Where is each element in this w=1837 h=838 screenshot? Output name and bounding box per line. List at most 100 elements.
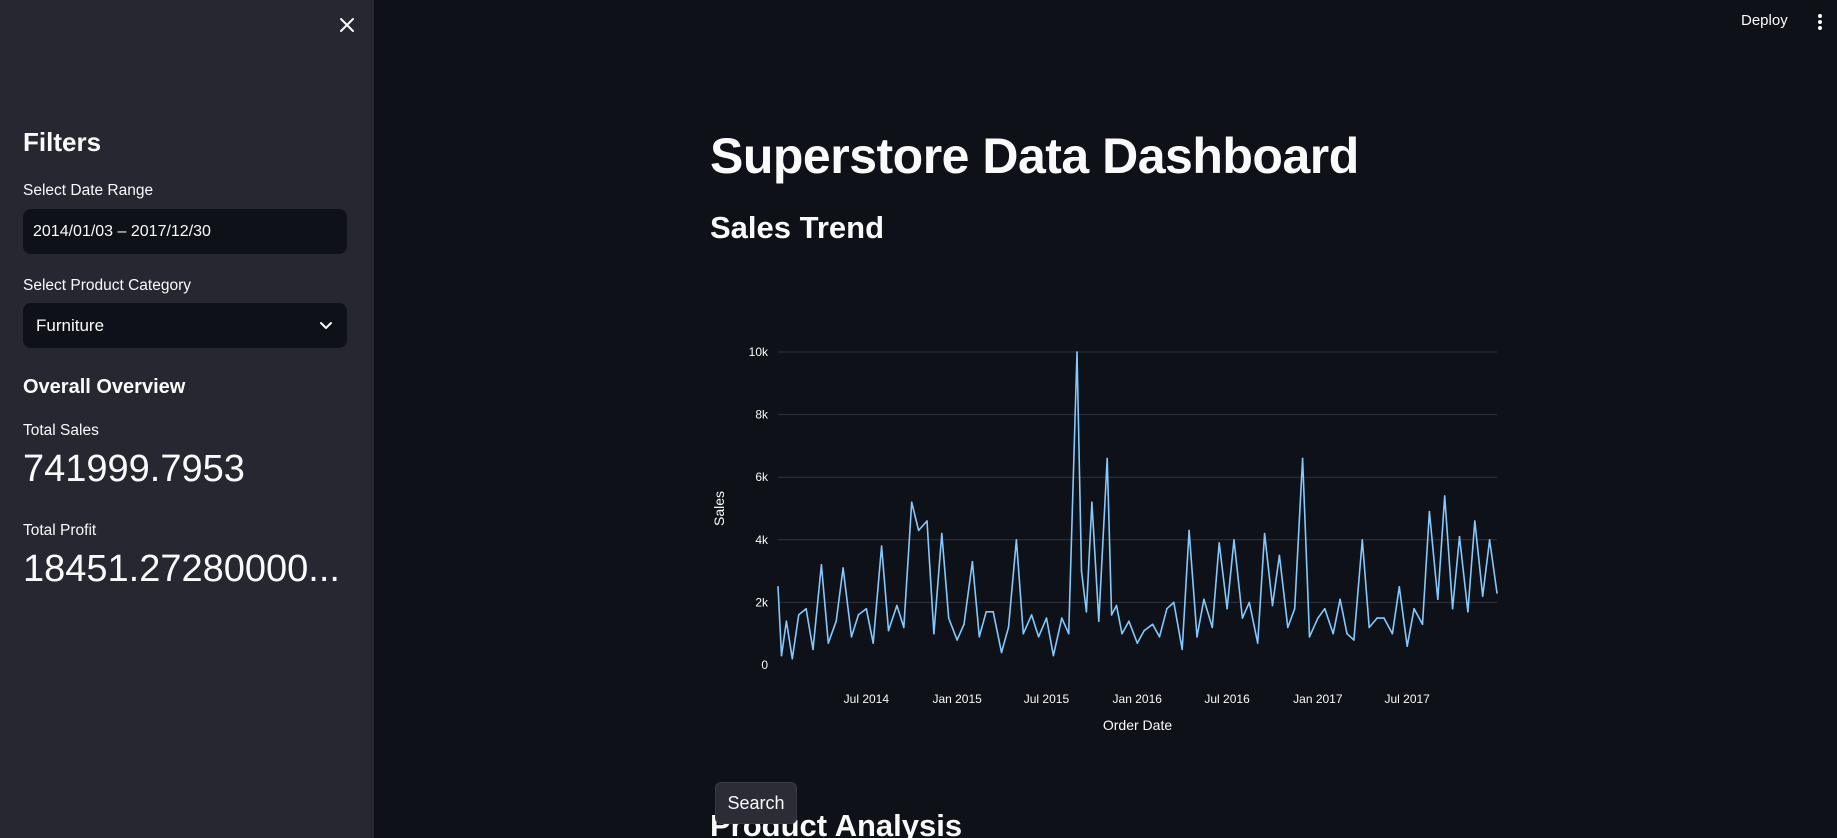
date-range-input[interactable]: 2014/01/03 – 2017/12/30 xyxy=(23,209,347,254)
x-tick-label: Jul 2014 xyxy=(844,692,890,706)
x-tick-label: Jul 2017 xyxy=(1384,692,1430,706)
y-axis-title: Sales xyxy=(711,491,727,526)
data-point xyxy=(791,657,794,660)
data-point xyxy=(1278,554,1281,557)
product-category-label: Select Product Category xyxy=(23,277,192,294)
data-point xyxy=(1060,617,1063,619)
data-point xyxy=(1339,598,1341,601)
data-point xyxy=(941,532,943,535)
x-tick-label: Jan 2015 xyxy=(932,692,982,706)
data-point xyxy=(1473,520,1476,522)
data-point xyxy=(963,623,965,626)
sales-line xyxy=(777,351,1498,660)
data-point xyxy=(1481,595,1484,597)
data-point xyxy=(1248,601,1251,604)
data-point xyxy=(1181,648,1183,651)
data-point xyxy=(1308,636,1311,638)
data-point xyxy=(1211,626,1214,629)
y-tick-label: 6k xyxy=(755,470,769,484)
x-tick-label: Jan 2016 xyxy=(1113,692,1163,706)
app-root: Filters Select Date Range 2014/01/03 – 2… xyxy=(0,0,1837,838)
data-point xyxy=(1458,535,1461,538)
data-point xyxy=(926,520,928,522)
data-point xyxy=(842,567,844,569)
data-point xyxy=(1158,636,1161,638)
data-point xyxy=(1172,601,1175,604)
data-point xyxy=(1467,610,1469,613)
data-point xyxy=(1121,632,1123,635)
total-sales-value: 741999.7953 xyxy=(23,448,245,490)
data-point xyxy=(835,620,838,622)
data-point xyxy=(1218,542,1220,544)
data-point xyxy=(1110,614,1113,616)
data-point xyxy=(1428,510,1431,513)
x-axis-title: Order Date xyxy=(1103,717,1172,733)
data-point xyxy=(910,501,913,504)
data-point xyxy=(820,564,823,566)
data-point xyxy=(1151,623,1154,626)
data-point xyxy=(1007,626,1010,629)
data-point xyxy=(917,529,920,532)
data-point xyxy=(1015,539,1018,541)
data-point xyxy=(1106,457,1108,460)
data-point xyxy=(1317,617,1319,619)
data-point xyxy=(1353,639,1355,641)
sales-trend-chart[interactable]: 0 2k 4k 6k 8k 10k Jul 2014 Jan 2015 Jul 2015 Jan … xyxy=(700,330,1520,750)
data-point xyxy=(1293,607,1296,610)
data-point xyxy=(1332,632,1334,635)
data-point xyxy=(1368,626,1370,629)
main-menu-button[interactable] xyxy=(1812,11,1828,33)
data-point xyxy=(1143,629,1145,632)
product-category-value: Furniture xyxy=(36,315,105,335)
data-point xyxy=(1136,642,1139,644)
close-sidebar-button[interactable] xyxy=(333,11,361,39)
data-point xyxy=(1496,592,1498,594)
data-point xyxy=(857,614,860,616)
y-tick-label: 4k xyxy=(755,533,769,547)
data-point xyxy=(985,610,988,613)
deploy-button[interactable]: Deploy xyxy=(1741,12,1788,29)
data-point xyxy=(1233,539,1235,541)
y-tick-label: 2k xyxy=(755,595,769,609)
data-point xyxy=(1391,632,1394,635)
total-profit-value: 18451.27280000... xyxy=(23,548,340,590)
product-category-select[interactable]: Furniture xyxy=(23,303,347,348)
close-icon xyxy=(340,18,354,32)
data-point xyxy=(896,604,898,607)
data-point xyxy=(1091,501,1093,504)
data-point xyxy=(992,610,994,613)
data-point xyxy=(1443,495,1446,497)
data-point xyxy=(797,614,800,616)
data-point xyxy=(1346,632,1348,635)
data-point xyxy=(865,607,868,610)
data-point xyxy=(1045,617,1048,619)
data-point xyxy=(1067,632,1070,635)
data-point xyxy=(785,620,788,622)
search-button[interactable]: Search xyxy=(715,782,797,824)
date-range-value: 2014/01/03 – 2017/12/30 xyxy=(33,222,211,240)
data-point xyxy=(1361,539,1364,541)
x-tick-label: Jul 2016 xyxy=(1204,692,1250,706)
overview-heading: Overall Overview xyxy=(23,376,186,398)
data-point xyxy=(947,617,950,619)
data-point xyxy=(971,560,974,563)
data-point xyxy=(1115,604,1118,607)
data-point xyxy=(1022,632,1025,635)
data-point xyxy=(1166,607,1168,610)
data-point xyxy=(1301,457,1304,460)
data-point xyxy=(1421,623,1424,626)
filters-heading: Filters xyxy=(23,127,102,157)
data-point xyxy=(1286,626,1289,629)
data-point xyxy=(956,639,958,641)
total-profit-label: Total Profit xyxy=(23,522,97,539)
total-sales-label: Total Sales xyxy=(23,422,99,439)
data-point xyxy=(1383,617,1385,619)
data-point xyxy=(880,545,883,547)
data-point xyxy=(1271,604,1274,607)
data-point xyxy=(850,636,853,638)
data-point xyxy=(1323,607,1326,610)
data-point xyxy=(827,642,830,644)
data-point xyxy=(812,648,814,651)
data-point xyxy=(780,654,783,657)
data-point xyxy=(1241,617,1244,619)
